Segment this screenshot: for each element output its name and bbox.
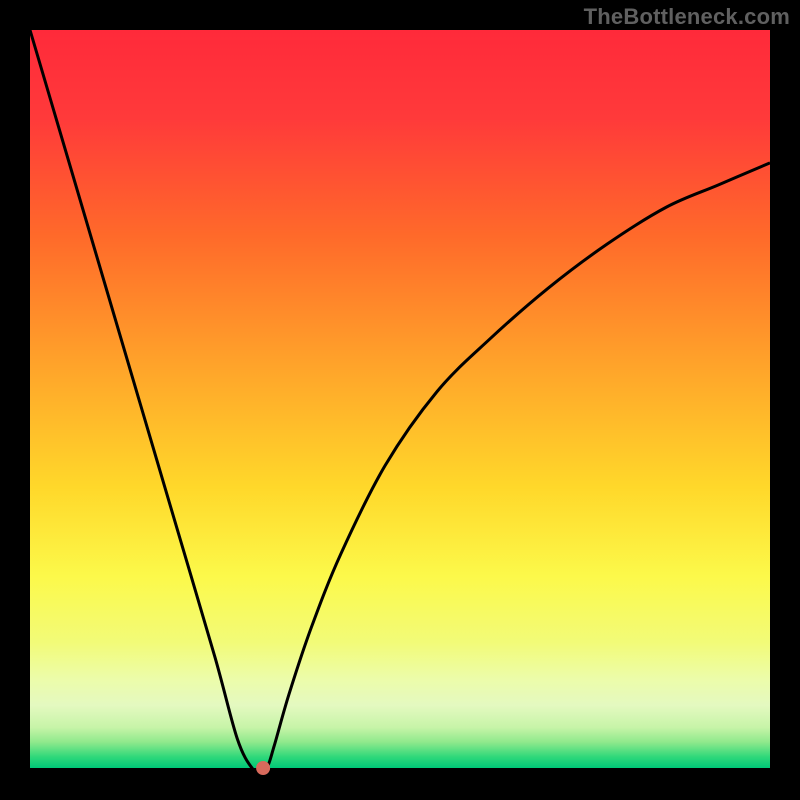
watermark-text: TheBottleneck.com [584, 4, 790, 30]
plot-background [30, 30, 770, 768]
chart-frame: TheBottleneck.com [0, 0, 800, 800]
optimal-point-marker [256, 761, 270, 775]
bottleneck-chart [0, 0, 800, 800]
